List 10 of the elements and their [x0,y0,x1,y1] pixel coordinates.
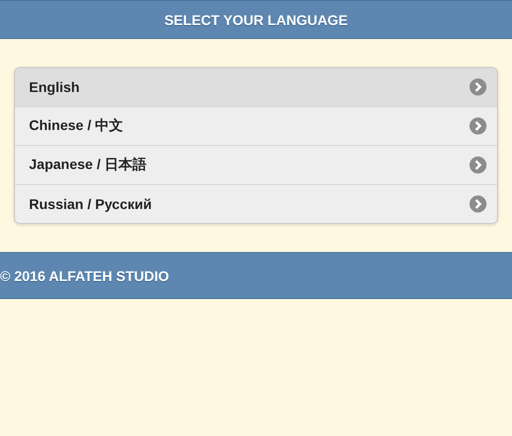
chevron-right-icon [469,78,487,96]
language-item[interactable]: English [15,68,497,106]
language-item[interactable]: Russian / Русский [15,184,497,223]
language-item[interactable]: Japanese / 日本語 [15,145,497,184]
language-item[interactable]: Chinese / 中文 [15,106,497,145]
page-title: SELECT YOUR LANGUAGE [164,12,348,28]
chevron-right-icon [469,156,487,174]
chevron-right-icon [469,195,487,213]
chevron-right-icon [469,117,487,135]
copyright-text: © 2016 ALFATEH STUDIO [0,268,170,284]
